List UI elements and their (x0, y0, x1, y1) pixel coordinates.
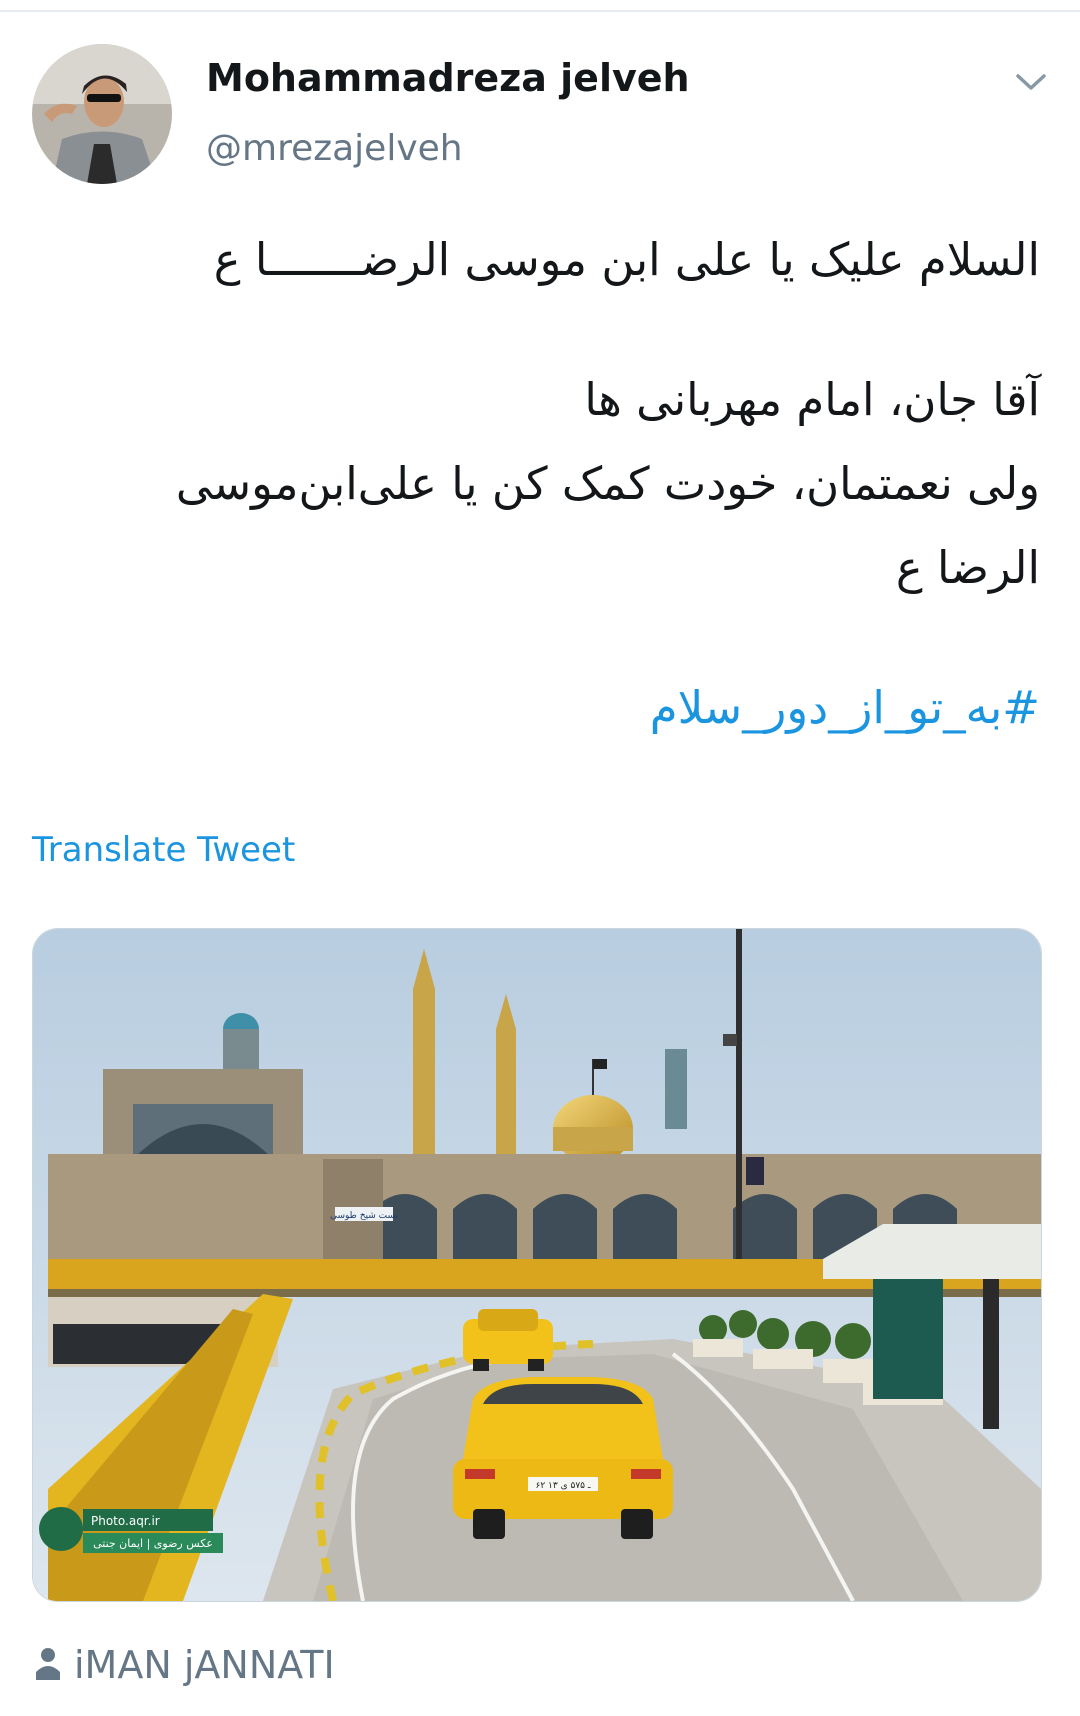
author-display-name[interactable]: Mohammadreza jelveh (206, 56, 690, 100)
tweet-line: الرضا ع (895, 541, 1040, 594)
avatar[interactable] (32, 44, 172, 184)
media-credit-name: iMAN jANNATI (74, 1643, 335, 1687)
tweet-text: السلام علیک یا علی ابن موسی الرضـــــــا… (60, 218, 1040, 750)
watermark-caption: عکس رضوی | ایمان جنتی (93, 1537, 213, 1550)
watermark-site: Photo.aqr.ir (91, 1514, 160, 1528)
translate-tweet-link[interactable]: Translate Tweet (32, 830, 295, 870)
tweet-line: السلام علیک یا علی ابن موسی الرضـــــــا… (213, 233, 1040, 286)
top-divider (0, 0, 1080, 12)
author-handle[interactable]: @mrezajelveh (206, 128, 463, 169)
tweet-line: ولی نعمتمان، خودت کمک کن یا علی‌ابن‌موسی (175, 457, 1040, 510)
arch-sign-text: بست شیخ طوسی (330, 1211, 398, 1221)
hashtag-link[interactable]: #به_تو_از_دور_سلام (60, 666, 1040, 750)
person-icon (36, 1646, 60, 1684)
avatar-photo (32, 44, 172, 184)
tweet-line: آقا جان، امام مهربانی ها (584, 373, 1040, 426)
media-credit[interactable]: iMAN jANNATI (36, 1640, 335, 1690)
tweet-photo[interactable]: بست شیخ طوسی ۶۲ ـ ۵۷۵ ی ۱۳ Photo.aqr.ir … (32, 928, 1042, 1602)
chevron-down-icon[interactable] (1014, 70, 1048, 94)
plate-text: ۶۲ ـ ۵۷۵ ی ۱۳ (536, 1481, 591, 1491)
